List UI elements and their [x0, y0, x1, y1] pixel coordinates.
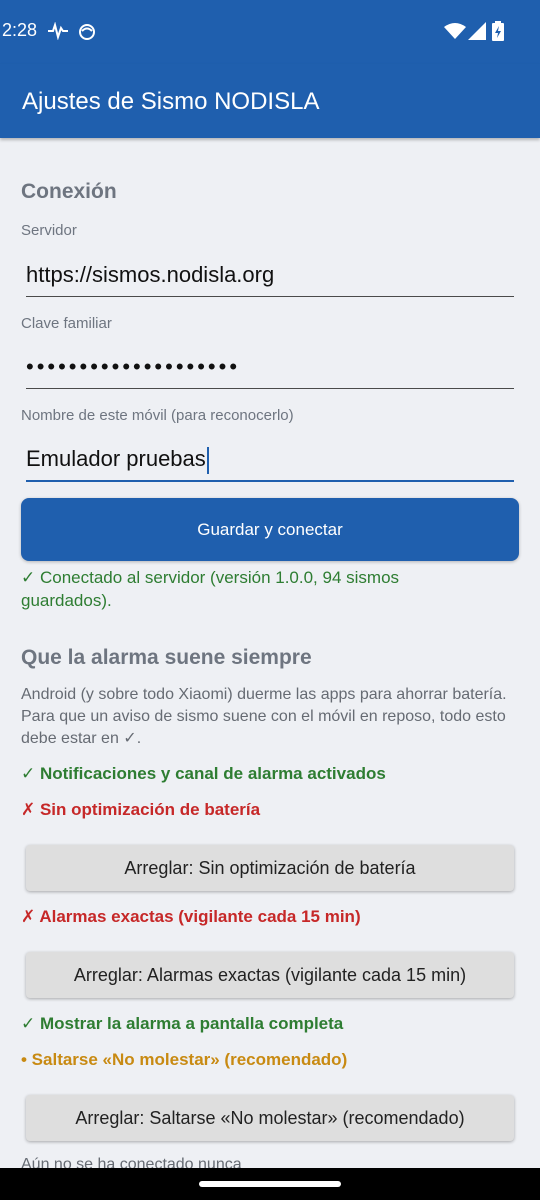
text-caret — [206, 446, 209, 474]
check-exact-alarms: ✗ Alarmas exactas (vigilante cada 15 min… — [21, 907, 361, 926]
status-time: 2:28 — [2, 20, 38, 40]
section-title-alarm: Que la alarma suene siempre — [21, 646, 312, 669]
save-connect-button[interactable]: Guardar y conectar — [21, 498, 519, 561]
navigation-bar — [0, 1168, 540, 1200]
fix-exact-alarms-button[interactable]: Arreglar: Alarmas exactas (vigilante cad… — [26, 952, 514, 998]
server-input[interactable]: https://sismos.nodisla.org — [26, 254, 514, 297]
family-key-input[interactable]: •••••••••••••••••••• — [26, 346, 514, 389]
settings-content[interactable]: Conexión Servidor https://sismos.nodisla… — [0, 138, 540, 1168]
page-title: Ajustes de Sismo NODISLA — [22, 88, 320, 115]
signal-icon — [468, 22, 486, 40]
section-title-connection: Conexión — [21, 180, 117, 203]
fix-do-not-disturb-button[interactable]: Arreglar: Saltarse «No molestar» (recome… — [26, 1095, 514, 1141]
last-connection-note: Aún no se ha conectado nunca — [21, 1156, 242, 1168]
family-key-label: Clave familiar — [21, 315, 112, 332]
app-bar: Ajustes de Sismo NODISLA — [0, 64, 540, 138]
wifi-icon — [444, 23, 466, 39]
status-bar: 2:28 — [0, 0, 540, 64]
check-battery-optimization: ✗ Sin optimización de batería — [21, 800, 261, 819]
home-gesture-handle[interactable] — [199, 1181, 341, 1187]
check-do-not-disturb: • Saltarse «No molestar» (recomendado) — [21, 1050, 348, 1069]
assistant-icon — [79, 24, 95, 40]
fix-battery-optimization-button[interactable]: Arreglar: Sin optimización de batería — [26, 845, 514, 891]
check-full-screen-alarm: ✓ Mostrar la alarma a pantalla completa — [21, 1014, 344, 1033]
device-name-value: Emulador pruebas — [26, 446, 206, 471]
check-notifications: ✓ Notificaciones y canal de alarma activ… — [21, 764, 386, 783]
pulse-icon — [48, 22, 68, 40]
server-label: Servidor — [21, 222, 77, 239]
connection-status-message: ✓ Conectado al servidor (versión 1.0.0, … — [21, 568, 400, 610]
alarm-description: Android (y sobre todo Xiaomi) duerme las… — [21, 686, 507, 747]
device-name-input[interactable]: Emulador pruebas — [26, 438, 514, 482]
device-name-label: Nombre de este móvil (para reconocerlo) — [21, 407, 294, 424]
battery-icon — [492, 21, 504, 41]
